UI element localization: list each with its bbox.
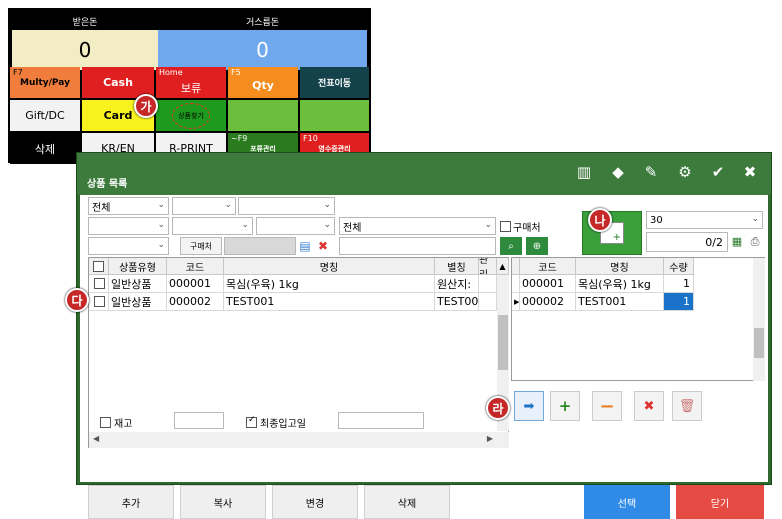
columns-icon[interactable]: ▥	[575, 163, 593, 181]
callout-da: 다	[65, 288, 89, 312]
window-title: 상품 목록	[87, 179, 128, 190]
plus-button[interactable]: +	[550, 391, 580, 421]
print-icon[interactable]: ⎙	[747, 233, 763, 250]
purchaser-input[interactable]	[224, 237, 296, 255]
search-icon[interactable]: ⌕	[500, 237, 522, 255]
page-indicator: 0/2	[646, 232, 728, 252]
received-label: 받은돈	[72, 17, 98, 28]
table-row[interactable]: 000001	[520, 275, 576, 293]
delete-button[interactable]: 삭제	[364, 485, 450, 519]
horizontal-scrollbar[interactable]: ◀ ▶	[89, 432, 509, 448]
multy-pay-button[interactable]: F7 Multy/Pay	[10, 67, 80, 98]
qty-button[interactable]: F5 Qty	[228, 67, 298, 98]
blank-green-button-1[interactable]	[228, 100, 298, 131]
row-pointer-icon: ▶	[512, 293, 520, 311]
cell-code[interactable]: 000002	[167, 293, 224, 311]
edit-button[interactable]: 변경	[272, 485, 358, 519]
category-select-6[interactable]: ⌄	[256, 217, 335, 235]
gear-icon[interactable]: ⚙	[676, 163, 694, 181]
cell-manage[interactable]	[479, 293, 497, 311]
copy-button[interactable]: 복사	[180, 485, 266, 519]
category-select-3[interactable]: ⌄	[238, 197, 335, 215]
cell-code[interactable]: 000001	[167, 275, 224, 293]
change-label: 거스름돈	[245, 17, 280, 28]
remove-button[interactable]: ✖	[634, 391, 664, 421]
zoom-in-icon[interactable]: ⊕	[526, 237, 548, 255]
excel-icon[interactable]: ▦	[730, 233, 744, 250]
col-sel-code[interactable]: 코드	[520, 258, 576, 275]
row-checkbox[interactable]	[89, 293, 109, 311]
add-button[interactable]: 추가	[88, 485, 174, 519]
selected-grid: 코드 명칭 수량 000001 목심(우육) 1kg 1 ▶ 000002 TE…	[511, 257, 765, 381]
select-button[interactable]: 선택	[584, 485, 670, 519]
category-select-7[interactable]: ⌄	[88, 237, 169, 255]
cell-sel-qty-active[interactable]: 1	[664, 293, 694, 311]
table-row[interactable]: 000002	[520, 293, 576, 311]
col-name[interactable]: 명칭	[224, 258, 435, 275]
slip-move-button[interactable]: 전표이동	[300, 67, 369, 98]
row-header	[512, 258, 520, 275]
cell-manage[interactable]	[479, 275, 497, 293]
cell-alias[interactable]: 원산지:	[435, 275, 479, 293]
title-bar: 상품 목록 ▥ ◆ ✎ ⚙ ✔ ✖	[77, 153, 771, 195]
cell-sel-qty[interactable]: 1	[664, 275, 694, 293]
callout-ra: 라	[486, 396, 510, 420]
blank-green-button-2[interactable]	[300, 100, 369, 131]
trash-icon[interactable]: 🗑	[672, 391, 702, 421]
scroll-up-icon[interactable]: ▲	[497, 258, 509, 275]
cell-sel-name[interactable]: TEST001	[576, 293, 664, 311]
page-size-select[interactable]: 30 ⌄	[646, 211, 763, 229]
tag-icon[interactable]: ◆	[609, 163, 627, 181]
highlight-circle: 상품찾기	[172, 102, 210, 129]
col-alias[interactable]: 별칭	[435, 258, 479, 275]
pos-panel: 받은돈 거스름돈 0 0 F7 Multy/Pay Cash Home 보류 F5 Q…	[8, 8, 371, 164]
edit-icon[interactable]: ✎	[642, 163, 660, 181]
gift-dc-button[interactable]: Gift/DC	[10, 100, 80, 131]
category-select-1[interactable]: 전체 ⌄	[88, 197, 169, 215]
cell-sel-name[interactable]: 목심(우육) 1kg	[576, 275, 664, 293]
category-select-2[interactable]: ⌄	[172, 197, 236, 215]
col-code[interactable]: 코드	[167, 258, 224, 275]
col-sel-name[interactable]: 명칭	[576, 258, 664, 275]
memo-icon[interactable]: ▤	[298, 238, 312, 254]
change-amount: 0	[158, 30, 367, 70]
clear-icon[interactable]: ✖	[316, 238, 330, 254]
col-manage[interactable]: 관리	[479, 258, 497, 275]
callout-ga: 가	[134, 94, 158, 118]
search-input[interactable]	[339, 237, 496, 255]
minus-button[interactable]: −	[592, 391, 622, 421]
hold-button[interactable]: Home 보류	[156, 67, 226, 98]
stock-checkbox[interactable]: 재고	[100, 415, 132, 430]
all-select[interactable]: 전체 ⌄	[339, 217, 496, 235]
category-select-4[interactable]: ⌄	[88, 217, 169, 235]
cell-alias[interactable]: TEST00	[435, 293, 479, 311]
move-right-button[interactable]: ➡	[514, 391, 544, 421]
window-body: 전체 ⌄ ⌄ ⌄ ⌄ ⌄ ⌄ 전체 ⌄ 구매처 ⌄ 구매처 ▤ ✖ ⌕ ⊕ + 30…	[80, 195, 768, 519]
table-row[interactable]: 일반상품	[109, 275, 167, 293]
cell-name[interactable]: TEST001	[224, 293, 435, 311]
select-all-checkbox[interactable]	[89, 258, 109, 275]
stock-input[interactable]	[174, 412, 224, 429]
callout-na: 나	[588, 208, 612, 232]
cell-name[interactable]: 목심(우육) 1kg	[224, 275, 435, 293]
received-amount: 0	[12, 30, 158, 70]
close-button[interactable]: 닫기	[676, 485, 764, 519]
delete-pos-button[interactable]: 삭제	[10, 133, 80, 164]
purchaser-button[interactable]: 구매처	[180, 237, 222, 255]
col-type[interactable]: 상품유형	[109, 258, 167, 275]
col-sel-qty[interactable]: 수량	[664, 258, 694, 275]
last-in-date-checkbox[interactable]: ✓ 최종입고일	[246, 415, 306, 430]
last-in-date-input[interactable]	[338, 412, 424, 429]
purchaser-checkbox[interactable]: 구매처	[500, 219, 541, 234]
row-indicator	[512, 275, 520, 293]
table-row[interactable]: 일반상품	[109, 293, 167, 311]
row-checkbox[interactable]	[89, 275, 109, 293]
check-icon[interactable]: ✔	[709, 163, 727, 181]
product-list-window: 상품 목록 ▥ ◆ ✎ ⚙ ✔ ✖ 전체 ⌄ ⌄ ⌄ ⌄ ⌄ ⌄ 전체 ⌄ 구매처 …	[76, 152, 772, 519]
right-scrollbar[interactable]	[753, 258, 765, 381]
close-icon[interactable]: ✖	[741, 163, 759, 181]
product-search-button[interactable]: 상품찾기	[156, 100, 226, 131]
category-select-5[interactable]: ⌄	[172, 217, 253, 235]
